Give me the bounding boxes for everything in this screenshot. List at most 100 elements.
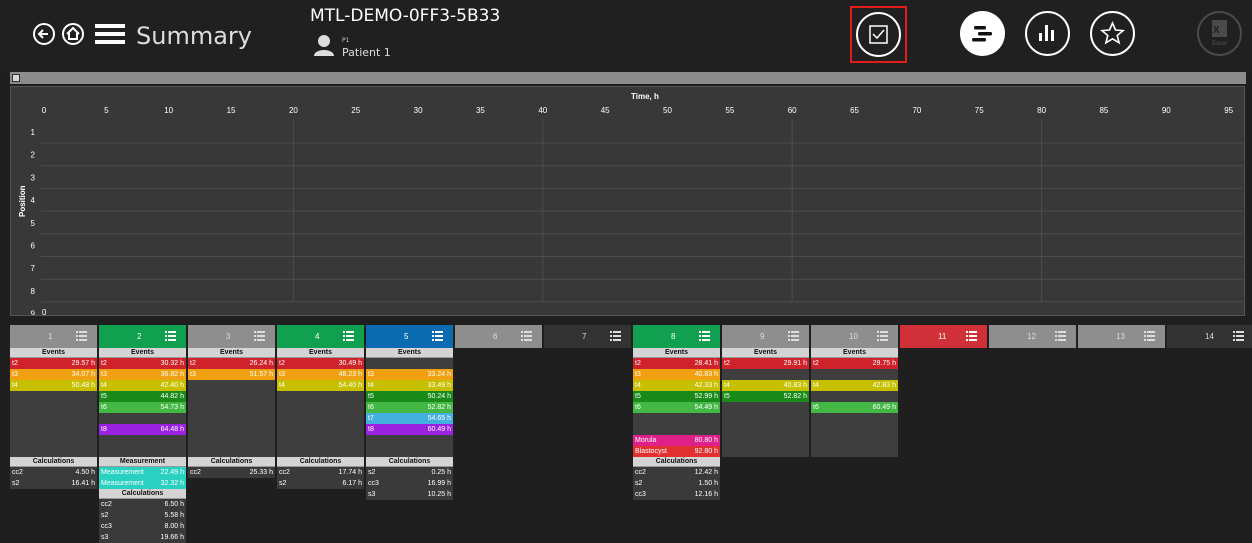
list-icon[interactable]	[877, 331, 888, 341]
value-row[interactable]: cc3 12.16 h	[633, 489, 720, 500]
embryo-column-14[interactable]: 14	[1167, 325, 1252, 348]
value-row[interactable]: t5 52.82 h	[722, 391, 809, 402]
select-toggle-button[interactable]	[856, 12, 901, 57]
list-icon[interactable]	[76, 331, 87, 341]
value-row[interactable]: s3 10.25 h	[366, 489, 453, 500]
embryo-header[interactable]: 5	[366, 325, 453, 348]
embryo-column-8[interactable]: 8 Events t2 28.41 h t3 40.83 h t4 42.33 h t5 52.9…	[633, 325, 720, 500]
value-row[interactable]: cc2 4.50 h	[10, 467, 97, 478]
value-row[interactable]: t8 64.48 h	[99, 424, 186, 435]
value-row[interactable]: cc3 16.99 h	[366, 478, 453, 489]
list-icon[interactable]	[1144, 331, 1155, 341]
value-row[interactable]: t4 40.83 h	[722, 380, 809, 391]
value-row[interactable]: t8 60.49 h	[366, 424, 453, 435]
back-button[interactable]	[33, 23, 55, 45]
embryo-header[interactable]: 13	[1078, 325, 1165, 348]
value-row[interactable]: t4 50.48 h	[10, 380, 97, 391]
embryo-column-2[interactable]: 2 Events t2 30.32 h t3 36.82 h t4 42.40 h t5 44.8…	[99, 325, 186, 543]
value-row[interactable]: t2 29.57 h	[10, 358, 97, 369]
value-row[interactable]: t2 26.24 h	[188, 358, 275, 369]
embryo-column-7[interactable]: 7	[544, 325, 631, 348]
value-row[interactable]: cc3 8.00 h	[99, 521, 186, 532]
embryo-header[interactable]: 6	[455, 325, 542, 348]
embryo-header[interactable]: 2	[99, 325, 186, 348]
list-icon[interactable]	[432, 331, 443, 341]
value-row[interactable]: t6 60.49 h	[811, 402, 898, 413]
value-row[interactable]: t6 54.73 h	[99, 402, 186, 413]
value-row[interactable]: t2 29.75 h	[811, 358, 898, 369]
list-icon[interactable]	[1233, 331, 1244, 341]
timeline-view-button[interactable]	[960, 11, 1005, 56]
value-row[interactable]: Measurement 22.49 h	[99, 467, 186, 478]
embryo-header[interactable]: 9	[722, 325, 809, 348]
value-row[interactable]: s2 0.25 h	[366, 467, 453, 478]
embryo-column-9[interactable]: 9 Events t2 29.91 h t4 40.83 h t5 52.82 h	[722, 325, 809, 457]
embryo-column-5[interactable]: 5 Events t3 33.24 h t4 33.49 h t5 50.24 h t6 52.8…	[366, 325, 453, 500]
value-row[interactable]: t3 48.23 h	[277, 369, 364, 380]
value-row[interactable]: t6 54.49 h	[633, 402, 720, 413]
embryo-header[interactable]: 1	[10, 325, 97, 348]
value-row[interactable]: t2 29.91 h	[722, 358, 809, 369]
embryo-column-6[interactable]: 6	[455, 325, 542, 348]
value-row[interactable]: t5 52.99 h	[633, 391, 720, 402]
embryo-column-13[interactable]: 13	[1078, 325, 1165, 348]
value-row[interactable]: t4 42.40 h	[99, 380, 186, 391]
embryo-header[interactable]: 11	[900, 325, 987, 348]
value-row[interactable]: cc2 17.74 h	[277, 467, 364, 478]
value-row[interactable]: cc2 6.50 h	[99, 499, 186, 510]
home-button[interactable]	[62, 23, 84, 45]
embryo-column-3[interactable]: 3 Events t2 26.24 h t3 51.57 h Calculations cc2…	[188, 325, 275, 478]
list-icon[interactable]	[699, 331, 710, 341]
value-row[interactable]: cc2 25.33 h	[188, 467, 275, 478]
value-row[interactable]: Morula 80.80 h	[633, 435, 720, 446]
list-icon[interactable]	[610, 331, 621, 341]
embryo-header[interactable]: 8	[633, 325, 720, 348]
value-row[interactable]: t2 30.32 h	[99, 358, 186, 369]
value-row[interactable]: t3 40.83 h	[633, 369, 720, 380]
excel-export-button[interactable]: X Excel	[1197, 11, 1242, 56]
value-row[interactable]: Blastocyst 92.80 h	[633, 446, 720, 457]
list-icon[interactable]	[1055, 331, 1066, 341]
value-row[interactable]: t4 54.40 h	[277, 380, 364, 391]
value-row[interactable]: t4 42.33 h	[633, 380, 720, 391]
value-row[interactable]: t3 51.57 h	[188, 369, 275, 380]
embryo-column-11[interactable]: 11	[900, 325, 987, 348]
value-row[interactable]: t3 36.82 h	[99, 369, 186, 380]
embryo-column-12[interactable]: 12	[989, 325, 1076, 348]
list-icon[interactable]	[788, 331, 799, 341]
value-row[interactable]: t4 33.49 h	[366, 380, 453, 391]
menu-button[interactable]	[95, 22, 125, 46]
value-row[interactable]: t6 52.82 h	[366, 402, 453, 413]
value-row[interactable]: t4 42.83 h	[811, 380, 898, 391]
value-row[interactable]: t5 50.24 h	[366, 391, 453, 402]
value-row[interactable]: s2 16.41 h	[10, 478, 97, 489]
embryo-header[interactable]: 10	[811, 325, 898, 348]
value-row[interactable]: t3 34.07 h	[10, 369, 97, 380]
collapse-bar[interactable]	[10, 72, 1246, 84]
embryo-header[interactable]: 3	[188, 325, 275, 348]
embryo-header[interactable]: 12	[989, 325, 1076, 348]
embryo-header[interactable]: 7	[544, 325, 631, 348]
list-icon[interactable]	[165, 331, 176, 341]
list-icon[interactable]	[254, 331, 265, 341]
embryo-header[interactable]: 14	[1167, 325, 1252, 348]
list-icon[interactable]	[521, 331, 532, 341]
chart-view-button[interactable]	[1025, 11, 1070, 56]
collapse-icon[interactable]	[12, 74, 20, 82]
value-row[interactable]: t2 30.49 h	[277, 358, 364, 369]
value-row[interactable]: s2 5.58 h	[99, 510, 186, 521]
value-row[interactable]: t2 28.41 h	[633, 358, 720, 369]
value-row[interactable]: t3 33.24 h	[366, 369, 453, 380]
embryo-header[interactable]: 4	[277, 325, 364, 348]
value-row[interactable]: s2 1.50 h	[633, 478, 720, 489]
favorites-button[interactable]	[1090, 11, 1135, 56]
embryo-column-10[interactable]: 10 Events t2 29.75 h t4 42.83 h t6 60.49 h	[811, 325, 898, 457]
list-icon[interactable]	[343, 331, 354, 341]
value-row[interactable]: s2 6.17 h	[277, 478, 364, 489]
value-row[interactable]: t5 44.82 h	[99, 391, 186, 402]
value-row[interactable]: cc2 12.42 h	[633, 467, 720, 478]
value-row[interactable]: Measurement 32.32 h	[99, 478, 186, 489]
value-row[interactable]: t7 54.65 h	[366, 413, 453, 424]
list-icon[interactable]	[966, 331, 977, 341]
embryo-column-4[interactable]: 4 Events t2 30.49 h t3 48.23 h t4 54.40 h Calcul…	[277, 325, 364, 489]
